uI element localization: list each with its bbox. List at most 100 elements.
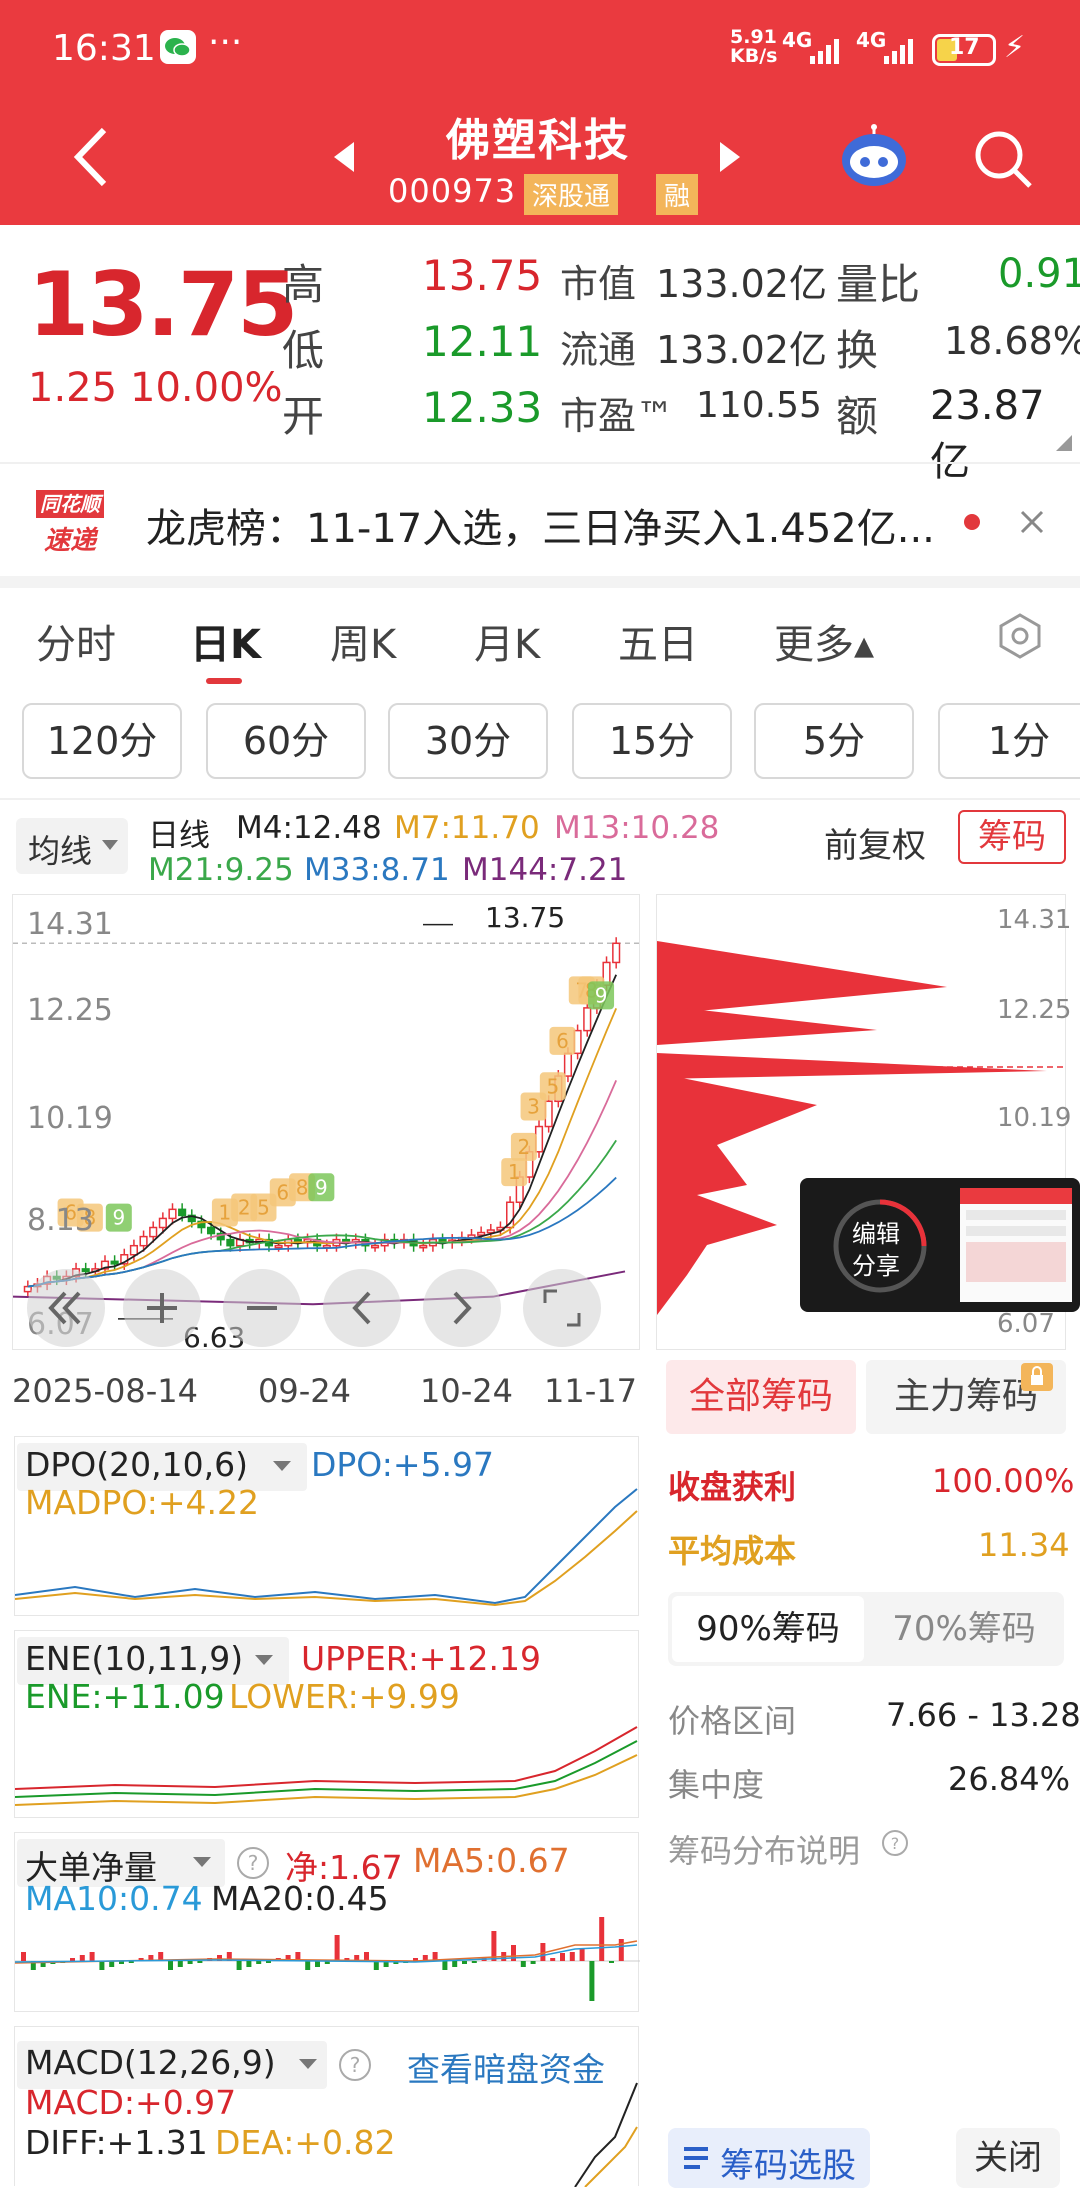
chip-y-6.07: 6.07 bbox=[997, 1309, 1055, 1339]
period-60min[interactable]: 60分 bbox=[206, 703, 366, 779]
tab-active-indicator bbox=[206, 678, 242, 684]
step-right-button[interactable] bbox=[423, 1269, 501, 1347]
ene-panel[interactable]: ENE(10,11,9) UPPER:+12.19 ENE:+11.09 LOW… bbox=[14, 1630, 639, 1818]
zoom-in-button[interactable] bbox=[123, 1269, 201, 1347]
big-order-bar bbox=[609, 1961, 614, 1963]
candle-body bbox=[583, 1007, 592, 1032]
high-value: 13.75 bbox=[422, 251, 543, 300]
td-marker-text: 6 bbox=[556, 1029, 569, 1053]
tab-intraday[interactable]: 分时 bbox=[36, 612, 116, 670]
chip-y-12.25: 12.25 bbox=[997, 995, 1072, 1025]
date-end: 11-17 bbox=[544, 1372, 637, 1410]
share-line1: 编辑 bbox=[852, 1220, 900, 1248]
edit-share-popup[interactable]: 编辑 分享 bbox=[800, 1178, 1080, 1312]
turnover-label: 换 bbox=[836, 326, 879, 375]
period-120min[interactable]: 120分 bbox=[22, 703, 182, 779]
ths-express-logo: 同花顺 速递 bbox=[36, 490, 120, 556]
share-line2: 分享 bbox=[852, 1252, 900, 1280]
candle-body bbox=[149, 1226, 158, 1238]
period-1min[interactable]: 1分 bbox=[938, 703, 1080, 779]
news-text[interactable]: 龙虎榜：11-17入选，三日净买入1.452亿... bbox=[146, 496, 946, 554]
big-order-bar bbox=[560, 1953, 565, 1961]
td-marker-text: 2 bbox=[518, 1135, 531, 1159]
ma-period: 日线 bbox=[148, 818, 210, 854]
profit-value: 100.00% bbox=[932, 1462, 1075, 1500]
chip-stock-select-button[interactable]: 筹码选股 bbox=[668, 2128, 870, 2188]
big-order-bar bbox=[442, 1961, 448, 1970]
rewind-button[interactable] bbox=[27, 1269, 105, 1347]
td-marker-text: 9 bbox=[595, 983, 608, 1007]
adjust-mode[interactable]: 前复权 bbox=[824, 818, 926, 867]
dpo-panel[interactable]: DPO(20,10,6) DPO:+5.97 MADPO:+4.22 bbox=[14, 1436, 639, 1616]
tab-90-chips[interactable]: 90%筹码 bbox=[672, 1596, 864, 1662]
big-order-bar bbox=[256, 1961, 262, 1964]
period-5min[interactable]: 5分 bbox=[754, 703, 914, 779]
tab-monthly-k[interactable]: 月K bbox=[474, 612, 540, 670]
tab-70-chips[interactable]: 70%筹码 bbox=[868, 1596, 1060, 1662]
price-change-pct: 10.00% bbox=[130, 365, 283, 411]
mcap-label: 市值 bbox=[560, 262, 637, 306]
next-stock-icon[interactable] bbox=[718, 140, 742, 174]
macd-panel[interactable]: MACD(12,26,9) ? 查看暗盘资金 MACD:+0.97 DIFF:+… bbox=[14, 2026, 639, 2187]
expand-corner-icon[interactable] bbox=[1054, 433, 1074, 453]
float-label: 流通 bbox=[560, 328, 637, 372]
tab-daily-k[interactable]: 日K bbox=[190, 612, 261, 670]
big-order-bar bbox=[334, 1935, 340, 1961]
battery-icon: 17 bbox=[932, 34, 996, 66]
td-marker-text: 1 bbox=[508, 1160, 521, 1184]
close-news-icon[interactable] bbox=[1018, 508, 1046, 536]
search-icon[interactable] bbox=[972, 128, 1034, 190]
step-left-button[interactable] bbox=[323, 1269, 401, 1347]
screenshot-thumbnail[interactable] bbox=[960, 1188, 1072, 1302]
title-bar: 佛塑科技 000973 深股通 融 bbox=[0, 100, 1080, 225]
sz-connect-badge: 深股通 bbox=[524, 174, 619, 215]
big-order-bar bbox=[177, 1961, 183, 1967]
tab-five-day[interactable]: 五日 bbox=[618, 612, 698, 670]
prev-stock-icon[interactable] bbox=[332, 140, 356, 174]
candle-body bbox=[370, 1244, 380, 1249]
candle-body bbox=[563, 1052, 573, 1077]
ma-m4: M4:12.48 bbox=[236, 810, 382, 846]
big-order-bar bbox=[618, 1939, 624, 1961]
kline-chart[interactable]: 68912568912356789 14.31 12.25 10.19 8.13… bbox=[12, 894, 641, 1354]
tab-all-chips[interactable]: 全部筹码 bbox=[666, 1360, 856, 1434]
big-order-bar bbox=[364, 1952, 369, 1961]
big-order-bar bbox=[569, 1952, 575, 1961]
td-marker-text: 6 bbox=[276, 1180, 289, 1204]
tab-more[interactable]: 更多▴ bbox=[774, 612, 874, 670]
wechat-icon bbox=[160, 30, 196, 64]
chip-y-14.31: 14.31 bbox=[997, 905, 1072, 935]
candle-body bbox=[226, 1238, 235, 1247]
fullscreen-button[interactable] bbox=[523, 1269, 601, 1347]
help-icon[interactable]: ? bbox=[880, 1828, 910, 1858]
low-value: 12.11 bbox=[422, 317, 543, 366]
big-order-bar bbox=[530, 1961, 536, 1964]
big-order-panel[interactable]: 大单净量 ? 净:1.67 MA5:0.67 MA10:0.74 MA20:0.… bbox=[14, 1832, 640, 2012]
max-price-label: 13.75 bbox=[485, 901, 566, 934]
big-order-bar bbox=[599, 1917, 605, 1961]
news-ticker[interactable]: 同花顺 速递 龙虎榜：11-17入选，三日净买入1.452亿... bbox=[0, 466, 1080, 576]
big-order-bar bbox=[579, 1949, 585, 1961]
robot-assistant-icon[interactable] bbox=[836, 124, 912, 190]
big-order-bar bbox=[246, 1961, 252, 1967]
settings-hexagon-icon[interactable] bbox=[996, 612, 1044, 660]
concentration-value: 26.84% bbox=[948, 1760, 1071, 1798]
close-chip-button[interactable]: 关闭 bbox=[956, 2128, 1060, 2188]
big-order-bar bbox=[452, 1961, 458, 1967]
candle-body bbox=[158, 1217, 167, 1229]
avg-cost-value: 11.34 bbox=[978, 1526, 1070, 1564]
chip-explain-link[interactable]: 筹码分布说明 bbox=[668, 1826, 860, 1872]
candle-body bbox=[612, 942, 621, 964]
zoom-out-button[interactable] bbox=[223, 1269, 301, 1347]
candle-body bbox=[419, 1244, 428, 1249]
back-arrow-icon[interactable] bbox=[70, 126, 110, 188]
big-order-bar bbox=[236, 1961, 242, 1970]
big-order-bar bbox=[550, 1958, 556, 1961]
open-label: 开 bbox=[282, 392, 325, 441]
chip-toggle-button[interactable]: 筹码 bbox=[958, 810, 1066, 864]
ma-selector[interactable]: 均线 bbox=[16, 818, 128, 874]
period-15min[interactable]: 15分 bbox=[572, 703, 732, 779]
period-30min[interactable]: 30分 bbox=[388, 703, 548, 779]
tab-weekly-k[interactable]: 周K bbox=[330, 612, 396, 670]
status-bar: 16:31 ··· 5.91 KB/s 4G 4G 17 ⚡ bbox=[0, 0, 1080, 100]
